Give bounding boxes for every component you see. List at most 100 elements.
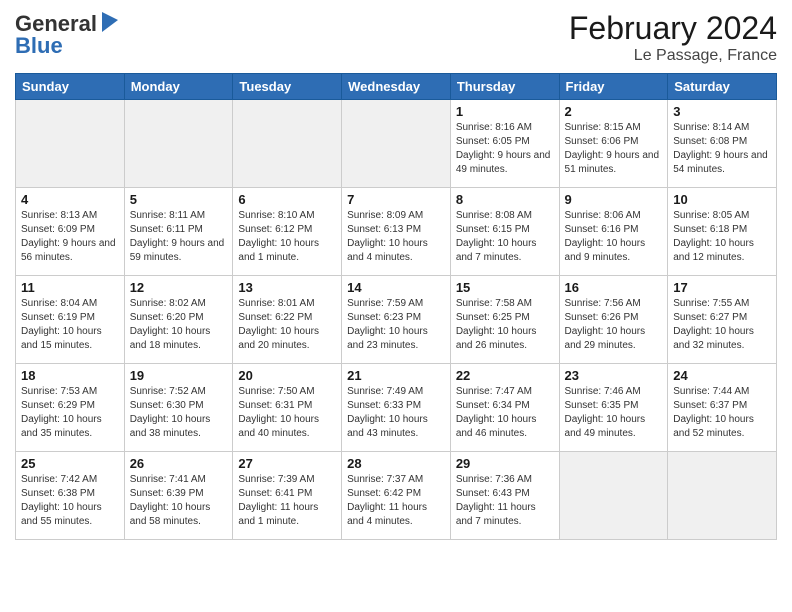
calendar-table: Sunday Monday Tuesday Wednesday Thursday…: [15, 73, 777, 540]
calendar-cell: 6 Sunrise: 8:10 AM Sunset: 6:12 PM Daylig…: [233, 188, 342, 276]
day-number: 17: [673, 280, 771, 295]
day-info: Sunrise: 7:56 AM Sunset: 6:26 PM Dayligh…: [565, 297, 663, 353]
logo-blue: Blue: [15, 33, 63, 59]
day-number: 13: [238, 280, 336, 295]
day-info: Sunrise: 7:41 AM Sunset: 6:39 PM Dayligh…: [130, 473, 228, 529]
day-number: 18: [21, 368, 119, 383]
calendar-week-4: 25 Sunrise: 7:42 AM Sunset: 6:38 PM Dayli…: [16, 452, 777, 540]
col-saturday: Saturday: [668, 74, 777, 100]
day-number: 28: [347, 456, 445, 471]
day-info: Sunrise: 8:10 AM Sunset: 6:12 PM Dayligh…: [238, 209, 336, 265]
calendar-cell: 9 Sunrise: 8:06 AM Sunset: 6:16 PM Daylig…: [559, 188, 668, 276]
day-number: 23: [565, 368, 663, 383]
day-info: Sunrise: 7:58 AM Sunset: 6:25 PM Dayligh…: [456, 297, 554, 353]
day-info: Sunrise: 7:52 AM Sunset: 6:30 PM Dayligh…: [130, 385, 228, 441]
calendar-cell: 24 Sunrise: 7:44 AM Sunset: 6:37 PM Dayli…: [668, 364, 777, 452]
day-info: Sunrise: 7:50 AM Sunset: 6:31 PM Dayligh…: [238, 385, 336, 441]
day-number: 11: [21, 280, 119, 295]
day-number: 29: [456, 456, 554, 471]
logo: General Blue: [15, 10, 118, 59]
calendar-cell: 3 Sunrise: 8:14 AM Sunset: 6:08 PM Daylig…: [668, 100, 777, 188]
calendar-cell: 14 Sunrise: 7:59 AM Sunset: 6:23 PM Dayli…: [342, 276, 451, 364]
calendar-cell: [16, 100, 125, 188]
calendar-cell: 16 Sunrise: 7:56 AM Sunset: 6:26 PM Dayli…: [559, 276, 668, 364]
day-info: Sunrise: 7:39 AM Sunset: 6:41 PM Dayligh…: [238, 473, 336, 529]
day-info: Sunrise: 7:47 AM Sunset: 6:34 PM Dayligh…: [456, 385, 554, 441]
day-info: Sunrise: 8:01 AM Sunset: 6:22 PM Dayligh…: [238, 297, 336, 353]
day-number: 21: [347, 368, 445, 383]
day-number: 22: [456, 368, 554, 383]
day-info: Sunrise: 7:42 AM Sunset: 6:38 PM Dayligh…: [21, 473, 119, 529]
day-number: 20: [238, 368, 336, 383]
calendar-cell: 8Sunrise: 8:08 AM Sunset: 6:15 PM Daylig…: [450, 188, 559, 276]
day-info: Sunrise: 7:46 AM Sunset: 6:35 PM Dayligh…: [565, 385, 663, 441]
header: General Blue February 2024 Le Passage, F…: [15, 10, 777, 65]
calendar-cell: 26Sunrise: 7:41 AM Sunset: 6:39 PM Dayli…: [124, 452, 233, 540]
calendar-week-3: 18 Sunrise: 7:53 AM Sunset: 6:29 PM Dayli…: [16, 364, 777, 452]
day-info: Sunrise: 7:49 AM Sunset: 6:33 PM Dayligh…: [347, 385, 445, 441]
calendar-subtitle: Le Passage, France: [569, 47, 777, 65]
day-number: 27: [238, 456, 336, 471]
calendar-cell: 28Sunrise: 7:37 AM Sunset: 6:42 PM Dayli…: [342, 452, 451, 540]
day-info: Sunrise: 8:11 AM Sunset: 6:11 PM Dayligh…: [130, 209, 228, 265]
day-number: 3: [673, 104, 771, 119]
calendar-cell: 22 Sunrise: 7:47 AM Sunset: 6:34 PM Dayli…: [450, 364, 559, 452]
day-info: Sunrise: 8:16 AM Sunset: 6:05 PM Dayligh…: [456, 121, 554, 177]
calendar-cell: [342, 100, 451, 188]
col-tuesday: Tuesday: [233, 74, 342, 100]
day-info: Sunrise: 7:59 AM Sunset: 6:23 PM Dayligh…: [347, 297, 445, 353]
day-info: Sunrise: 7:55 AM Sunset: 6:27 PM Dayligh…: [673, 297, 771, 353]
day-info: Sunrise: 8:05 AM Sunset: 6:18 PM Dayligh…: [673, 209, 771, 265]
calendar-week-1: 4Sunrise: 8:13 AM Sunset: 6:09 PM Daylig…: [16, 188, 777, 276]
calendar-cell: 5 Sunrise: 8:11 AM Sunset: 6:11 PM Daylig…: [124, 188, 233, 276]
day-info: Sunrise: 7:53 AM Sunset: 6:29 PM Dayligh…: [21, 385, 119, 441]
col-thursday: Thursday: [450, 74, 559, 100]
calendar-cell: 17 Sunrise: 7:55 AM Sunset: 6:27 PM Dayli…: [668, 276, 777, 364]
col-sunday: Sunday: [16, 74, 125, 100]
col-friday: Friday: [559, 74, 668, 100]
day-number: 5: [130, 192, 228, 207]
day-info: Sunrise: 7:44 AM Sunset: 6:37 PM Dayligh…: [673, 385, 771, 441]
calendar-cell: [233, 100, 342, 188]
day-number: 6: [238, 192, 336, 207]
title-block: February 2024 Le Passage, France: [569, 10, 777, 65]
day-info: Sunrise: 8:14 AM Sunset: 6:08 PM Dayligh…: [673, 121, 771, 177]
calendar-cell: 13 Sunrise: 8:01 AM Sunset: 6:22 PM Dayli…: [233, 276, 342, 364]
day-number: 9: [565, 192, 663, 207]
calendar-cell: 23 Sunrise: 7:46 AM Sunset: 6:35 PM Dayli…: [559, 364, 668, 452]
calendar-cell: 7 Sunrise: 8:09 AM Sunset: 6:13 PM Daylig…: [342, 188, 451, 276]
day-number: 25: [21, 456, 119, 471]
calendar-cell: 25 Sunrise: 7:42 AM Sunset: 6:38 PM Dayli…: [16, 452, 125, 540]
day-info: Sunrise: 8:04 AM Sunset: 6:19 PM Dayligh…: [21, 297, 119, 353]
calendar-cell: [559, 452, 668, 540]
day-number: 16: [565, 280, 663, 295]
day-number: 12: [130, 280, 228, 295]
day-number: 15: [456, 280, 554, 295]
page: General Blue February 2024 Le Passage, F…: [0, 0, 792, 612]
calendar-cell: 29 Sunrise: 7:36 AM Sunset: 6:43 PM Dayli…: [450, 452, 559, 540]
day-info: Sunrise: 8:06 AM Sunset: 6:16 PM Dayligh…: [565, 209, 663, 265]
day-info: Sunrise: 8:02 AM Sunset: 6:20 PM Dayligh…: [130, 297, 228, 353]
calendar-cell: 2Sunrise: 8:15 AM Sunset: 6:06 PM Daylig…: [559, 100, 668, 188]
day-number: 7: [347, 192, 445, 207]
calendar-cell: 10Sunrise: 8:05 AM Sunset: 6:18 PM Dayli…: [668, 188, 777, 276]
day-number: 14: [347, 280, 445, 295]
col-wednesday: Wednesday: [342, 74, 451, 100]
calendar-cell: 1Sunrise: 8:16 AM Sunset: 6:05 PM Daylig…: [450, 100, 559, 188]
day-info: Sunrise: 7:36 AM Sunset: 6:43 PM Dayligh…: [456, 473, 554, 529]
calendar-cell: [668, 452, 777, 540]
calendar-cell: 20 Sunrise: 7:50 AM Sunset: 6:31 PM Dayli…: [233, 364, 342, 452]
day-number: 8: [456, 192, 554, 207]
day-number: 24: [673, 368, 771, 383]
calendar-header-row: Sunday Monday Tuesday Wednesday Thursday…: [16, 74, 777, 100]
calendar-cell: [124, 100, 233, 188]
day-info: Sunrise: 8:15 AM Sunset: 6:06 PM Dayligh…: [565, 121, 663, 177]
col-monday: Monday: [124, 74, 233, 100]
day-number: 4: [21, 192, 119, 207]
calendar-cell: 27 Sunrise: 7:39 AM Sunset: 6:41 PM Dayli…: [233, 452, 342, 540]
calendar-cell: 11 Sunrise: 8:04 AM Sunset: 6:19 PM Dayli…: [16, 276, 125, 364]
day-number: 19: [130, 368, 228, 383]
calendar-cell: 4Sunrise: 8:13 AM Sunset: 6:09 PM Daylig…: [16, 188, 125, 276]
day-info: Sunrise: 8:09 AM Sunset: 6:13 PM Dayligh…: [347, 209, 445, 265]
logo-flag: [100, 12, 118, 37]
